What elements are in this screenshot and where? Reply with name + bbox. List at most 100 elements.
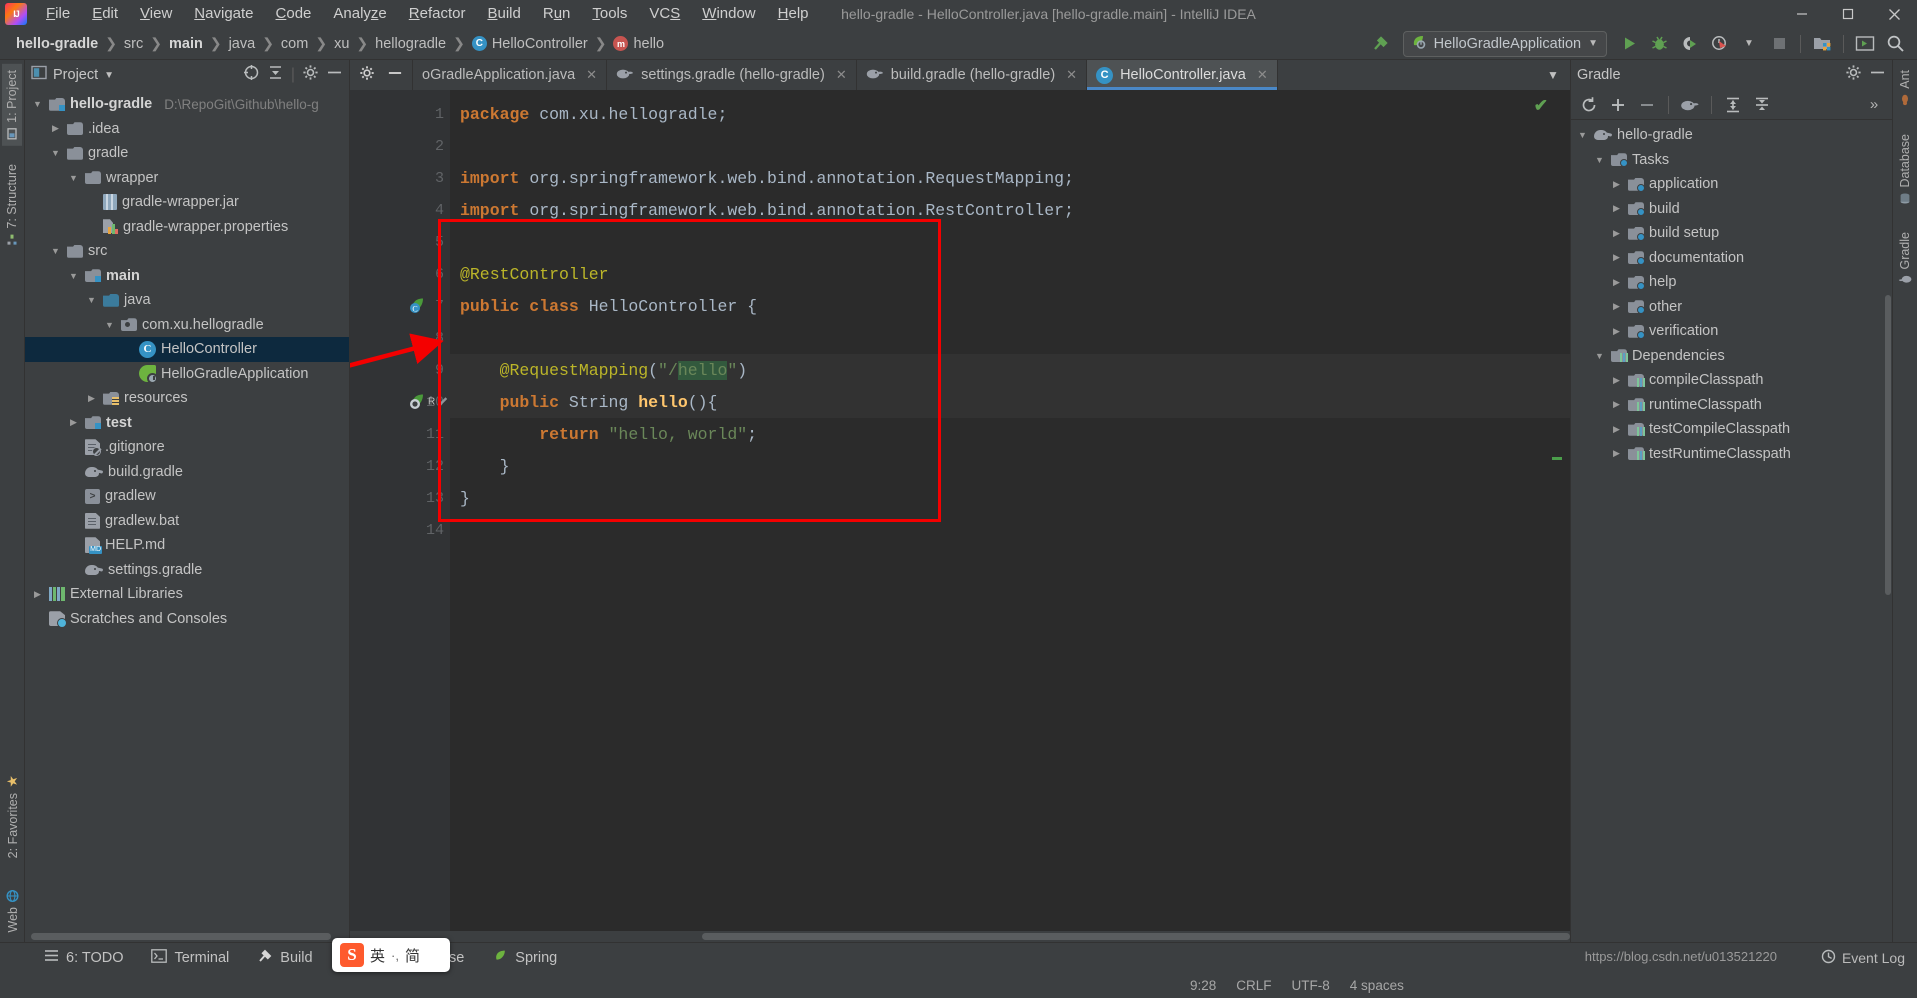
gutter-line-number[interactable]: C7 xyxy=(350,290,450,322)
tree-expand-arrow[interactable]: ▼ xyxy=(1593,155,1606,165)
tree-expand-arrow[interactable]: ▶ xyxy=(67,417,80,428)
code-line[interactable] xyxy=(450,322,1570,354)
minimize-button[interactable] xyxy=(1779,0,1825,28)
add-icon[interactable] xyxy=(1605,93,1631,117)
bottom-tab-terminal[interactable]: Terminal xyxy=(137,943,243,973)
project-tree[interactable]: ▼ hello-gradle D:\RepoGit\Github\hello-g ▶.… xyxy=(25,90,349,931)
tool-window-button-structure[interactable]: 7: Structure xyxy=(2,158,22,252)
tree-expand-arrow[interactable]: ▼ xyxy=(67,271,80,281)
project-structure-button[interactable] xyxy=(1808,31,1836,57)
project-tree-item[interactable]: ▼ gradle xyxy=(25,141,349,166)
breadcrumb-item[interactable]: C HelloController xyxy=(466,34,594,54)
gradle-tree-item[interactable]: ▶ build xyxy=(1571,197,1892,222)
stop-button[interactable] xyxy=(1765,31,1793,57)
code-line[interactable] xyxy=(450,514,1570,546)
hide-icon[interactable] xyxy=(387,65,403,85)
bottom-tab-build[interactable]: Build xyxy=(243,943,326,973)
breadcrumb-item[interactable]: m hello xyxy=(607,34,670,54)
gutter-line-number[interactable]: 13 xyxy=(350,482,450,514)
gutter-line-number[interactable]: 8 xyxy=(350,322,450,354)
editor-tab-hellogradleapplication[interactable]: oGradleApplication.java ✕ xyxy=(413,60,608,90)
gutter-line-number[interactable]: 1 xyxy=(350,98,450,130)
tree-expand-arrow[interactable]: ▶ xyxy=(1610,179,1623,190)
breadcrumb-item[interactable]: com xyxy=(275,34,314,54)
breadcrumb-item[interactable]: src xyxy=(118,34,149,54)
tree-expand-arrow[interactable]: ▶ xyxy=(1610,277,1623,288)
tree-expand-arrow[interactable]: ▶ xyxy=(1610,448,1623,459)
gradle-tree-item[interactable]: ▶ documentation xyxy=(1571,246,1892,271)
indent-setting[interactable]: 4 spaces xyxy=(1340,978,1414,993)
tree-expand-arrow[interactable]: ▼ xyxy=(1576,130,1589,140)
request-mapping-marker[interactable]: R xyxy=(428,397,435,408)
close-icon[interactable]: ✕ xyxy=(1066,67,1077,83)
ime-punctuation[interactable]: ·, xyxy=(391,948,399,963)
project-tree-item[interactable]: ▼ com.xu.hellogradle xyxy=(25,313,349,338)
project-tree-item[interactable]: .gitignore xyxy=(25,435,349,460)
menu-help[interactable]: Help xyxy=(767,1,820,27)
tool-window-button-web[interactable]: Web xyxy=(3,883,23,938)
tab-list-button[interactable]: ▼ xyxy=(1536,60,1570,90)
close-icon[interactable]: ✕ xyxy=(836,67,847,83)
run-button[interactable] xyxy=(1615,31,1643,57)
tree-expand-arrow[interactable]: ▶ xyxy=(49,123,62,134)
ime-language-bar[interactable]: S 英 ·, 简 xyxy=(332,938,450,972)
menu-code[interactable]: Code xyxy=(265,1,323,27)
project-tree-item[interactable]: ▶ resources xyxy=(25,386,349,411)
gradle-tree-item[interactable]: ▼ hello-gradle xyxy=(1571,123,1892,148)
gradle-tree-item[interactable]: ▶ runtimeClasspath xyxy=(1571,393,1892,418)
run-class-gutter-icon[interactable]: C xyxy=(408,297,427,316)
gutter-line-number[interactable]: 3− xyxy=(350,162,466,194)
tree-expand-arrow[interactable]: ▶ xyxy=(1610,252,1623,263)
editor-tab-build-gradle[interactable]: build.gradle (hello-gradle) ✕ xyxy=(856,60,1088,90)
gutter-line-number[interactable]: 9 xyxy=(350,354,450,386)
breadcrumb-item[interactable]: main xyxy=(163,34,209,54)
bottom-tab-todo[interactable]: 6: TODO xyxy=(30,943,137,973)
tree-expand-arrow[interactable]: ▼ xyxy=(85,295,98,305)
hide-icon[interactable] xyxy=(1869,64,1886,86)
editor-horizontal-scrollbar[interactable] xyxy=(350,931,1570,942)
event-log-button[interactable]: Event Log xyxy=(1821,949,1917,967)
tool-window-button-database[interactable]: Database xyxy=(1895,128,1915,211)
close-icon[interactable]: ✕ xyxy=(1257,67,1268,83)
tool-window-button-ant[interactable]: Ant xyxy=(1895,64,1915,112)
close-icon[interactable]: ✕ xyxy=(586,67,597,83)
chevron-down-icon[interactable]: ▼ xyxy=(1735,31,1763,57)
line-separator[interactable]: CRLF xyxy=(1226,978,1281,993)
menu-analyze[interactable]: Analyze xyxy=(322,1,397,27)
code-line[interactable]: @RequestMapping("/hello ") xyxy=(450,354,1570,386)
more-icon[interactable]: » xyxy=(1861,93,1887,117)
code-content[interactable]: package com.xu.hellogradle; import org.s… xyxy=(450,90,1570,931)
hide-icon[interactable] xyxy=(326,64,343,86)
tool-window-button-gradle[interactable]: Gradle xyxy=(1895,226,1915,292)
locate-icon[interactable] xyxy=(243,64,260,86)
editor-tab-gear[interactable] xyxy=(350,60,413,90)
gradle-vertical-scrollbar[interactable] xyxy=(1885,295,1891,595)
project-tree-item[interactable]: ▼ src xyxy=(25,239,349,264)
code-line[interactable]: return "hello, world"; xyxy=(450,418,1570,450)
run-with-coverage-button[interactable] xyxy=(1675,31,1703,57)
collapse-all-icon[interactable] xyxy=(1749,93,1775,117)
terminal-button[interactable] xyxy=(1851,31,1879,57)
code-line[interactable]: } xyxy=(450,450,1570,482)
caret-position[interactable]: 9:28 xyxy=(1180,978,1226,993)
gradle-tree[interactable]: ▼ hello-gradle ▼ Tasks ▶ application ▶ build ▶ bu… xyxy=(1571,120,1892,942)
close-button[interactable] xyxy=(1871,0,1917,28)
breadcrumb-item[interactable]: xu xyxy=(328,34,355,54)
menu-build[interactable]: Build xyxy=(476,1,531,27)
ime-mode[interactable]: 英 xyxy=(370,945,385,966)
project-tree-item[interactable]: ▶ .idea xyxy=(25,117,349,142)
project-tree-item[interactable]: gradle-wrapper.jar xyxy=(25,190,349,215)
ime-style[interactable]: 简 xyxy=(405,945,420,966)
editor-tab-settings-gradle[interactable]: settings.gradle (hello-gradle) ✕ xyxy=(607,60,857,90)
gradle-tree-item[interactable]: ▼ Tasks xyxy=(1571,148,1892,173)
tool-window-button-project[interactable]: 1: Project xyxy=(2,64,22,146)
gutter-line-number[interactable]: 12− xyxy=(350,450,466,482)
tree-expand-arrow[interactable]: ▶ xyxy=(85,393,98,404)
project-tree-item[interactable]: Scratches and Consoles xyxy=(25,607,349,632)
tree-expand-arrow[interactable]: ▼ xyxy=(31,99,44,109)
code-line[interactable]: public String hello(){ xyxy=(450,386,1570,418)
project-tree-item[interactable]: gradlew.bat xyxy=(25,509,349,534)
code-line[interactable]: package com.xu.hellogradle; xyxy=(450,98,1570,130)
code-line[interactable]: public class HelloController { xyxy=(450,290,1570,322)
gutter-line-number[interactable]: 5 xyxy=(350,226,450,258)
